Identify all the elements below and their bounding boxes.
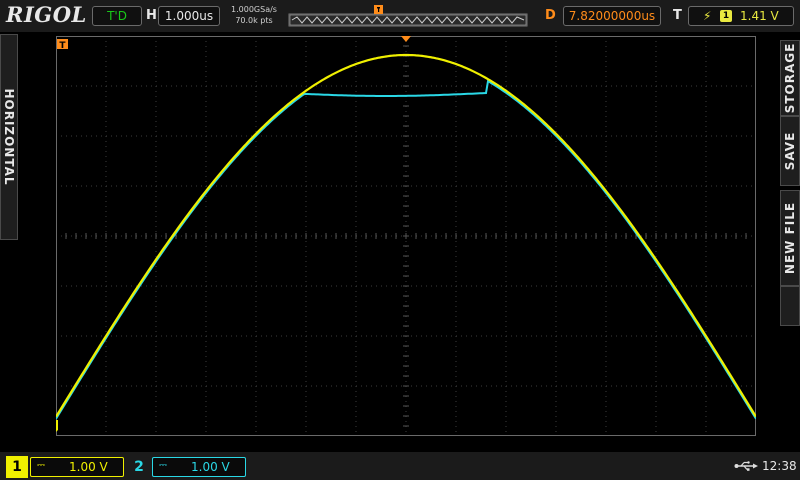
new-file-label: NEW FILE xyxy=(783,201,797,275)
channel-1-number: 1 xyxy=(6,456,28,478)
dc-coupling-icon: ⎓ xyxy=(37,460,45,471)
channel-2-readout: ⎓ 1.00 V xyxy=(152,457,246,477)
channel-2-settings[interactable]: 2 ⎓ 1.00 V xyxy=(128,456,246,478)
horizontal-menu-label: HORIZONTAL xyxy=(2,88,16,186)
memory-overview-bar[interactable] xyxy=(288,4,528,28)
trigger-label: T xyxy=(673,8,682,23)
svg-text:T: T xyxy=(59,41,66,51)
horizontal-menu-tab[interactable]: HORIZONTAL xyxy=(0,34,18,240)
save-menu-tab[interactable]: SAVE xyxy=(780,116,800,186)
delay-label: D xyxy=(545,8,556,23)
usb-icon xyxy=(734,461,758,471)
clock: 12:38 xyxy=(762,459,797,473)
channel-1-scale: 1.00 V xyxy=(69,460,108,474)
storage-label: STORAGE xyxy=(783,42,797,114)
empty-menu-tab[interactable] xyxy=(780,286,800,326)
top-status-bar: RIGOL T'D H 1.000us 1.000GSa/s 70.0k pts… xyxy=(0,0,800,32)
trigger-source: 1 xyxy=(720,10,732,22)
acquisition-info: 1.000GSa/s 70.0k pts xyxy=(224,4,284,26)
channel-1-settings[interactable]: 1 ⎓ 1.00 V xyxy=(6,456,124,478)
trigger-level: 1.41 V xyxy=(740,9,779,23)
bottom-status-bar: 1 ⎓ 1.00 V 2 ⎓ 1.00 V 12:38 xyxy=(0,452,800,480)
sample-rate: 1.000GSa/s xyxy=(231,5,277,14)
new-file-menu-tab[interactable]: NEW FILE xyxy=(780,190,800,286)
run-status-indicator[interactable]: T'D xyxy=(92,6,142,26)
memory-depth: 70.0k pts xyxy=(235,16,273,25)
save-label: SAVE xyxy=(783,131,797,171)
overview-trigger-marker xyxy=(374,5,383,14)
channel-2-number: 2 xyxy=(134,459,144,475)
trigger-readout[interactable]: ⚡ 1 1.41 V xyxy=(688,6,794,26)
channel-1-readout: ⎓ 1.00 V xyxy=(30,457,124,477)
timebase-readout[interactable]: 1.000us xyxy=(158,6,220,26)
storage-menu-tab[interactable]: STORAGE xyxy=(780,40,800,116)
rising-edge-icon: ⚡ xyxy=(703,9,712,23)
waveform-display[interactable]: T 1 xyxy=(56,36,756,436)
channel-2-scale: 1.00 V xyxy=(191,460,230,474)
horizontal-label: H xyxy=(146,8,157,23)
delay-readout[interactable]: 7.82000000us xyxy=(563,6,661,26)
dc-coupling-icon: ⎓ xyxy=(159,460,167,471)
rigol-logo: RIGOL xyxy=(6,2,87,27)
